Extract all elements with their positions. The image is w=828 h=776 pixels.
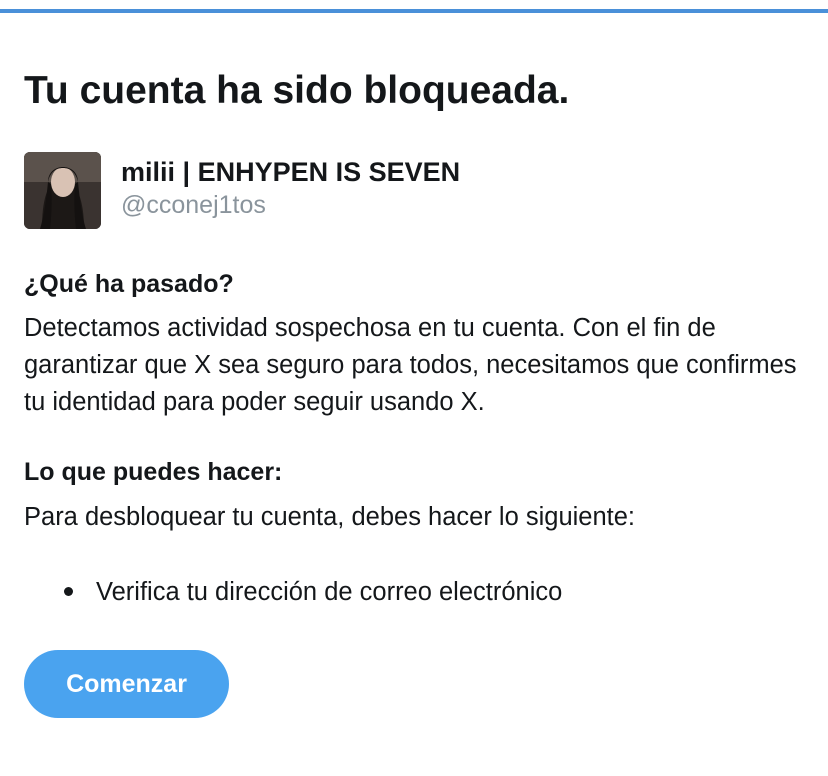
- bullet-icon: [64, 587, 73, 596]
- step-label: Verifica tu dirección de correo electrón…: [96, 578, 563, 606]
- account-handle: @cconej1tos: [121, 191, 266, 219]
- what-you-can-do-body: Para desbloquear tu cuenta, debes hacer …: [24, 503, 636, 531]
- steps-list: Verifica tu dirección de correo electrón…: [24, 574, 562, 610]
- avatar: [24, 152, 101, 229]
- top-accent-bar: [0, 9, 828, 13]
- list-item: Verifica tu dirección de correo electrón…: [24, 574, 562, 610]
- what-happened-body: Detectamos actividad sospechosa en tu cu…: [24, 314, 797, 416]
- profile-photo-icon: [24, 152, 101, 229]
- account-card: milii | ENHYPEN IS SEVEN @cconej1tos: [24, 152, 784, 232]
- start-button[interactable]: Comenzar: [24, 650, 229, 718]
- what-happened-heading: ¿Qué ha pasado?: [24, 270, 234, 298]
- account-name: milii | ENHYPEN IS SEVEN: [121, 157, 461, 187]
- page-title: Tu cuenta ha sido bloqueada.: [24, 69, 570, 112]
- what-you-can-do-heading: Lo que puedes hacer:: [24, 458, 283, 486]
